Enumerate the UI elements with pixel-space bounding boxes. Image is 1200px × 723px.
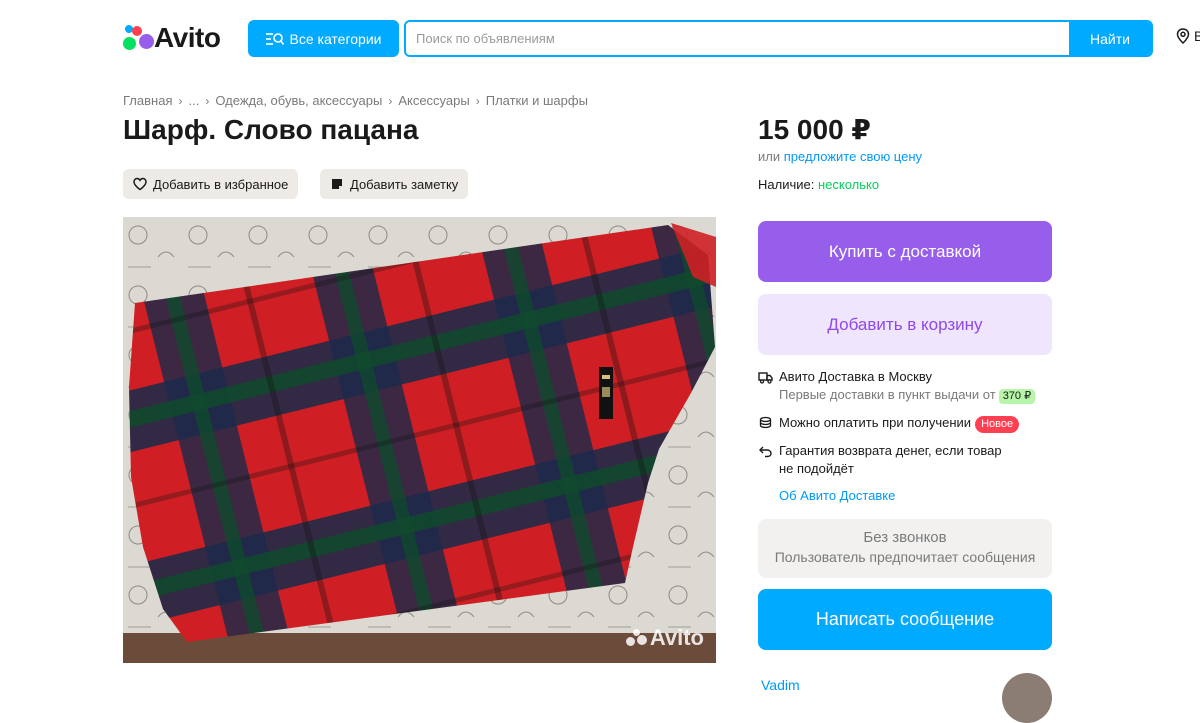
truck-icon [758, 372, 773, 384]
categories-search-icon [265, 32, 284, 45]
header: Avito Все категории Найти В [0, 0, 1200, 78]
listing-title: Шарф. Слово пацана [123, 114, 419, 145]
all-categories-label: Все категории [289, 30, 382, 47]
guarantee-line1: Гарантия возврата денег, если товар [779, 443, 1002, 458]
offer-prefix: или [758, 149, 781, 164]
guarantee-line2: не подойдёт [779, 461, 854, 476]
avito-logo[interactable]: Avito [123, 22, 221, 54]
offer-price-link[interactable]: предложите свою цену [784, 149, 922, 164]
heart-icon [133, 177, 147, 191]
return-arrow-icon [759, 446, 772, 458]
availability-value: несколько [817, 177, 880, 192]
delivery-sub-text: Первые доставки в пункт выдачи от [779, 387, 996, 402]
avito-watermark: Avito [625, 625, 704, 651]
new-badge: Новое [975, 416, 1020, 433]
coins-icon [759, 416, 772, 429]
location-pin-icon [1176, 28, 1190, 44]
search-bar: Найти [404, 20, 1153, 57]
availability-label: Наличие: [758, 177, 815, 192]
search-input[interactable] [406, 22, 1069, 55]
delivery-price-badge: 370 ₽ [998, 389, 1036, 404]
breadcrumb-ellipsis[interactable]: ... [188, 93, 199, 108]
scarf-image [123, 217, 716, 663]
guarantee-info: Гарантия возврата денег, если товар не п… [758, 442, 1002, 478]
chevron-right-icon: › [388, 93, 393, 108]
delivery-sub: Первые доставки в пункт выдачи от 370 ₽ [779, 386, 1036, 404]
pay-on-receipt-text: Можно оплатить при получении [779, 415, 972, 430]
add-note-button[interactable]: Добавить заметку [320, 169, 469, 199]
watermark-dots-icon [625, 628, 647, 648]
seller-name-link[interactable]: Vadim [761, 677, 800, 693]
logo-dots-icon [123, 24, 154, 52]
location-selector[interactable]: В [1176, 28, 1200, 44]
delivery-title: Авито Доставка в Москву [779, 369, 932, 384]
breadcrumb-scarves[interactable]: Платки и шарфы [486, 93, 588, 108]
about-avito-delivery-link[interactable]: Об Авито Доставке [779, 488, 895, 503]
listing-photo[interactable]: Avito [123, 217, 716, 663]
write-message-button[interactable]: Написать сообщение [758, 589, 1052, 650]
breadcrumb-clothing[interactable]: Одежда, обувь, аксессуары [215, 93, 382, 108]
no-calls-sub: Пользователь предпочитает сообщения [774, 549, 1036, 565]
breadcrumb-home[interactable]: Главная [123, 93, 172, 108]
add-to-cart-button[interactable]: Добавить в корзину [758, 294, 1052, 355]
all-categories-button[interactable]: Все категории [248, 20, 399, 57]
note-icon [332, 179, 342, 189]
breadcrumb: Главная › ... › Одежда, обувь, аксессуар… [123, 93, 588, 108]
chevron-right-icon: › [205, 93, 210, 108]
delivery-info: Авито Доставка в Москву Первые доставки … [758, 368, 1036, 404]
chevron-right-icon: › [178, 93, 183, 108]
add-to-favorites-button[interactable]: Добавить в избранное [123, 169, 299, 199]
buy-with-delivery-button[interactable]: Купить с доставкой [758, 221, 1052, 282]
no-calls-title: Без звонков [863, 529, 947, 546]
add-to-favorites-label: Добавить в избранное [153, 176, 289, 192]
add-note-label: Добавить заметку [350, 176, 459, 192]
price: 15 000 ₽ [758, 114, 871, 145]
availability: Наличие: несколько [758, 177, 879, 192]
pay-on-receipt-info: Можно оплатить при получении Новое [758, 414, 1020, 433]
location-text: В [1194, 28, 1200, 44]
search-button[interactable]: Найти [1069, 22, 1151, 55]
breadcrumb-accessories[interactable]: Аксессуары [398, 93, 469, 108]
price-offer: или предложите свою цену [758, 149, 922, 164]
logo-text: Avito [154, 22, 221, 53]
watermark-text: Avito [649, 625, 704, 650]
no-calls-notice: Без звонков Пользователь предпочитает со… [758, 519, 1052, 578]
seller-avatar[interactable] [1002, 673, 1052, 723]
chevron-right-icon: › [475, 93, 480, 108]
